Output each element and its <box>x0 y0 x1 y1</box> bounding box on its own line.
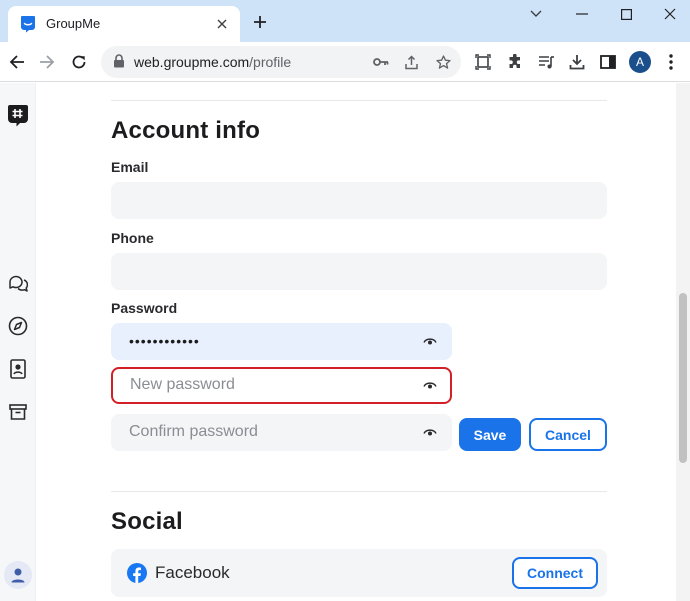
downloads-icon[interactable] <box>567 52 587 72</box>
groupme-app: Account info Email Phone Password ••••••… <box>0 83 690 601</box>
email-label: Email <box>111 159 149 175</box>
contacts-icon[interactable] <box>7 358 29 380</box>
reload-icon[interactable] <box>67 50 91 74</box>
archive-icon[interactable] <box>7 401 29 423</box>
new-password-placeholder: New password <box>130 376 235 393</box>
cancel-button[interactable]: Cancel <box>529 418 607 451</box>
browser-tab-bar: GroupMe <box>0 0 690 42</box>
discover-compass-icon[interactable] <box>7 315 29 337</box>
url-path: /profile <box>249 54 292 70</box>
current-password-field[interactable]: •••••••••••• <box>111 323 452 360</box>
forward-arrow-icon[interactable] <box>35 50 59 74</box>
browser-tab[interactable]: GroupMe <box>8 6 240 42</box>
show-confirm-password-eye-icon[interactable] <box>422 424 438 440</box>
bookmark-star-icon[interactable] <box>433 52 453 72</box>
address-bar[interactable]: web.groupme.com/profile <box>101 46 461 78</box>
groupme-logo-icon[interactable] <box>7 105 29 127</box>
new-tab-icon[interactable] <box>250 12 270 32</box>
tab-title: GroupMe <box>46 16 101 31</box>
confirm-password-field[interactable]: Confirm password <box>111 414 452 451</box>
new-password-field[interactable]: New password <box>111 367 452 404</box>
lock-icon[interactable] <box>113 54 125 73</box>
email-field[interactable] <box>111 182 607 219</box>
more-menu-icon[interactable] <box>661 52 681 72</box>
facebook-row: Facebook Connect <box>111 549 607 597</box>
section-divider <box>111 491 607 492</box>
profile-avatar[interactable]: A <box>629 51 651 73</box>
show-password-eye-icon[interactable] <box>422 333 438 349</box>
chats-icon[interactable] <box>7 272 29 294</box>
phone-field[interactable] <box>111 253 607 290</box>
browser-toolbar: web.groupme.com/profile A <box>0 42 690 82</box>
facebook-label: Facebook <box>155 563 230 582</box>
password-value: •••••••••••• <box>129 333 200 349</box>
top-divider <box>111 100 607 101</box>
minimize-icon[interactable] <box>570 4 594 24</box>
back-arrow-icon[interactable] <box>5 50 29 74</box>
extensions-puzzle-icon[interactable] <box>505 52 525 72</box>
side-panel-icon[interactable] <box>598 52 618 72</box>
screenshot-icon[interactable] <box>473 52 493 72</box>
tab-close-icon[interactable] <box>212 14 232 34</box>
scrollbar-thumb[interactable] <box>679 293 687 463</box>
save-button[interactable]: Save <box>459 418 521 451</box>
tab-search-chevron-icon[interactable] <box>524 4 548 24</box>
media-queue-icon[interactable] <box>536 52 556 72</box>
confirm-password-placeholder: Confirm password <box>129 423 258 440</box>
url-host: web.groupme.com <box>134 54 250 70</box>
password-label: Password <box>111 300 178 316</box>
url-text: web.groupme.com/profile <box>134 54 291 70</box>
account-info-heading: Account info <box>111 117 261 144</box>
maximize-icon[interactable] <box>614 4 638 24</box>
user-profile-icon[interactable] <box>4 561 32 589</box>
facebook-connect-button[interactable]: Connect <box>512 557 598 589</box>
close-window-icon[interactable] <box>658 4 682 24</box>
key-icon[interactable] <box>371 52 391 72</box>
phone-label: Phone <box>111 230 154 246</box>
nav-rail <box>0 83 36 601</box>
groupme-favicon-icon <box>20 15 36 33</box>
facebook-icon <box>127 563 147 583</box>
social-heading: Social <box>111 508 183 535</box>
share-icon[interactable] <box>401 52 421 72</box>
show-new-password-eye-icon[interactable] <box>422 377 438 393</box>
